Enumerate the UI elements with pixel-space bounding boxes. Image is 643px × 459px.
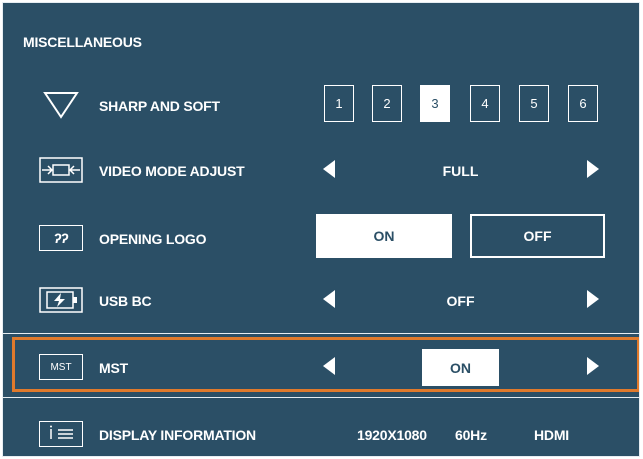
battery-charge-icon — [39, 287, 83, 313]
video-mode-value: FULL — [442, 163, 479, 179]
opening-logo-label: OPENING LOGO — [99, 231, 207, 247]
logo-icon-glyph: ʔʔ — [53, 230, 69, 246]
menu-title: MISCELLANEOUS — [23, 34, 142, 50]
sharpness-option-1[interactable]: 1 — [324, 85, 354, 122]
mst-value: ON — [422, 349, 499, 386]
usb-bc-label: USB BC — [99, 293, 152, 309]
sharp-and-soft-label: SHARP AND SOFT — [99, 98, 220, 114]
sharpness-option-2[interactable]: 2 — [372, 85, 402, 122]
sharpness-option-5[interactable]: 5 — [519, 85, 549, 122]
divider-top — [3, 333, 639, 334]
logo-icon: ʔʔ — [39, 225, 83, 251]
osd-menu-panel: MISCELLANEOUS SHARP AND SOFT 1 2 3 4 5 6… — [2, 2, 640, 457]
aspect-ratio-icon — [39, 157, 83, 183]
video-mode-left-arrow-icon[interactable] — [323, 160, 335, 178]
video-mode-right-arrow-icon[interactable] — [587, 160, 599, 178]
display-resolution: 1920X1080 — [357, 427, 427, 443]
sharpness-option-4[interactable]: 4 — [470, 85, 500, 122]
sharpness-option-3[interactable]: 3 — [420, 85, 450, 122]
usb-bc-value: OFF — [446, 293, 475, 309]
mst-icon: MST — [39, 354, 83, 380]
display-refresh-rate: 60Hz — [455, 427, 487, 443]
triangle-down-icon — [43, 92, 79, 119]
sharpness-option-6[interactable]: 6 — [568, 85, 598, 122]
mst-right-arrow-icon[interactable] — [587, 357, 599, 375]
usb-bc-left-arrow-icon[interactable] — [323, 290, 335, 308]
divider-bottom — [3, 397, 639, 398]
display-input-source: HDMI — [534, 427, 569, 443]
opening-logo-off-button[interactable]: OFF — [470, 214, 605, 258]
display-information-label: DISPLAY INFORMATION — [99, 427, 256, 443]
video-mode-adjust-label: VIDEO MODE ADJUST — [99, 163, 245, 179]
opening-logo-on-button[interactable]: ON — [316, 214, 452, 258]
usb-bc-right-arrow-icon[interactable] — [587, 290, 599, 308]
info-icon — [39, 421, 83, 447]
mst-label: MST — [99, 360, 128, 376]
mst-icon-text: MST — [50, 361, 72, 373]
mst-left-arrow-icon[interactable] — [323, 357, 335, 375]
